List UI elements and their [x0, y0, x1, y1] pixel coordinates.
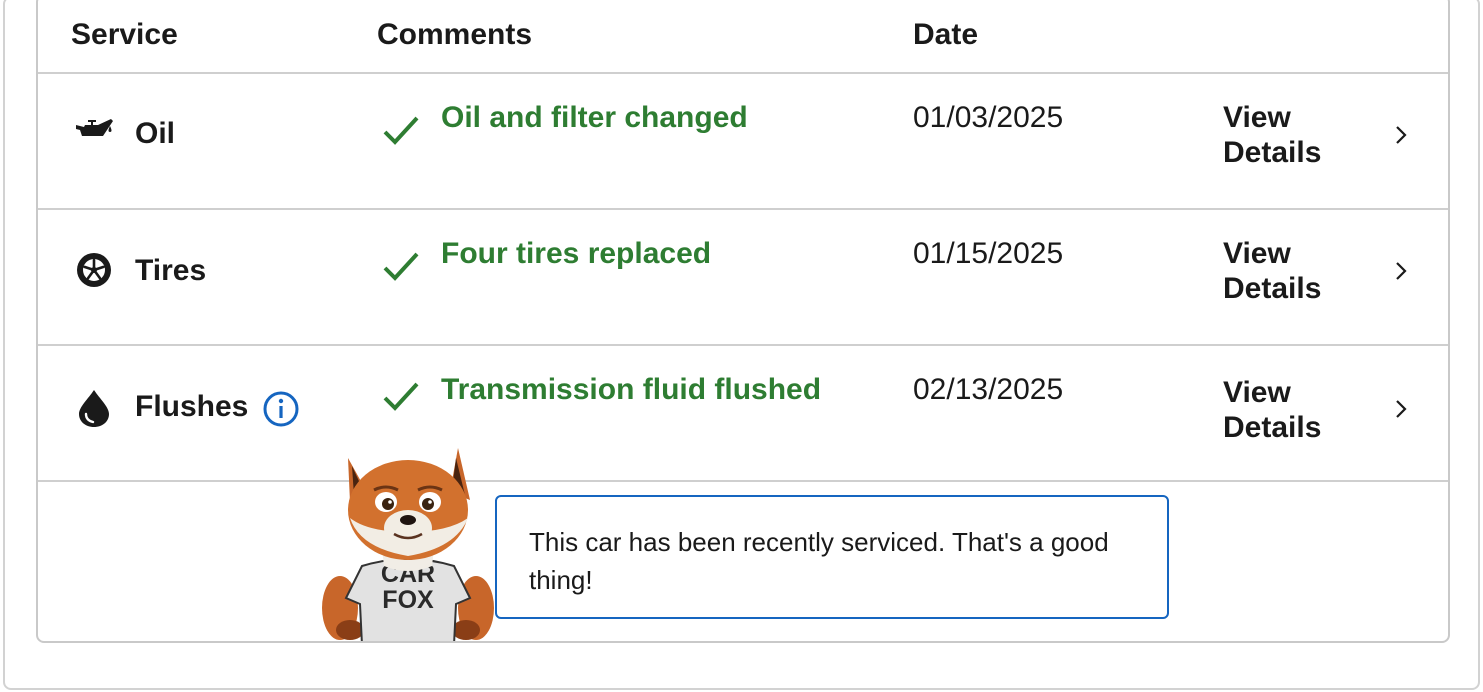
view-details-line1: View [1223, 101, 1291, 134]
date-text: 01/15/2025 [913, 237, 1064, 270]
comment-text: Transmission fluid flushed [441, 373, 822, 406]
table-row: Tires Four tires replaced 01/15/2025 Vie… [38, 210, 1448, 346]
view-details-line2: Details [1223, 136, 1322, 169]
view-details-link[interactable]: View Details [1223, 100, 1321, 170]
chevron-right-icon[interactable] [1394, 398, 1408, 420]
view-details-link[interactable]: View Details [1223, 375, 1321, 445]
view-details-line1: View [1223, 237, 1291, 270]
callout-text: This car has been recently serviced. Tha… [529, 527, 1109, 595]
service-history-card: Service Comments Date Oil Oil and filter… [36, 0, 1450, 643]
info-icon[interactable] [262, 390, 300, 428]
check-icon [383, 116, 419, 145]
check-icon [383, 382, 419, 411]
table-row: Oil Oil and filter changed 01/03/2025 Vi… [38, 74, 1448, 210]
view-details-link[interactable]: View Details [1223, 236, 1321, 306]
table-header: Service Comments Date [38, 0, 1448, 74]
drop-icon [79, 390, 109, 427]
date-text: 01/03/2025 [913, 101, 1064, 134]
date-text: 02/13/2025 [913, 373, 1064, 406]
view-details-line2: Details [1223, 411, 1322, 444]
table-row: Flushes Transmission fluid flushed 02/13… [38, 346, 1448, 482]
view-details-line1: View [1223, 376, 1291, 409]
service-label: Oil [135, 117, 176, 150]
column-header-comments: Comments [377, 18, 533, 51]
service-label: Flushes [135, 390, 249, 423]
chevron-right-icon[interactable] [1394, 260, 1408, 282]
service-callout: This car has been recently serviced. Tha… [495, 495, 1169, 619]
tire-icon [77, 253, 111, 287]
carfox-mascot-image: CAR FOX [322, 448, 494, 641]
column-header-service: Service [71, 18, 178, 51]
mascot-shirt-line2: FOX [382, 586, 434, 614]
view-details-line2: Details [1223, 272, 1322, 305]
comment-text: Four tires replaced [441, 237, 712, 270]
service-label: Tires [135, 254, 207, 287]
check-icon [383, 252, 419, 281]
oil-can-icon [76, 119, 113, 136]
column-header-date: Date [913, 18, 979, 51]
chevron-right-icon[interactable] [1394, 124, 1408, 146]
comment-text: Oil and filter changed [441, 101, 748, 134]
